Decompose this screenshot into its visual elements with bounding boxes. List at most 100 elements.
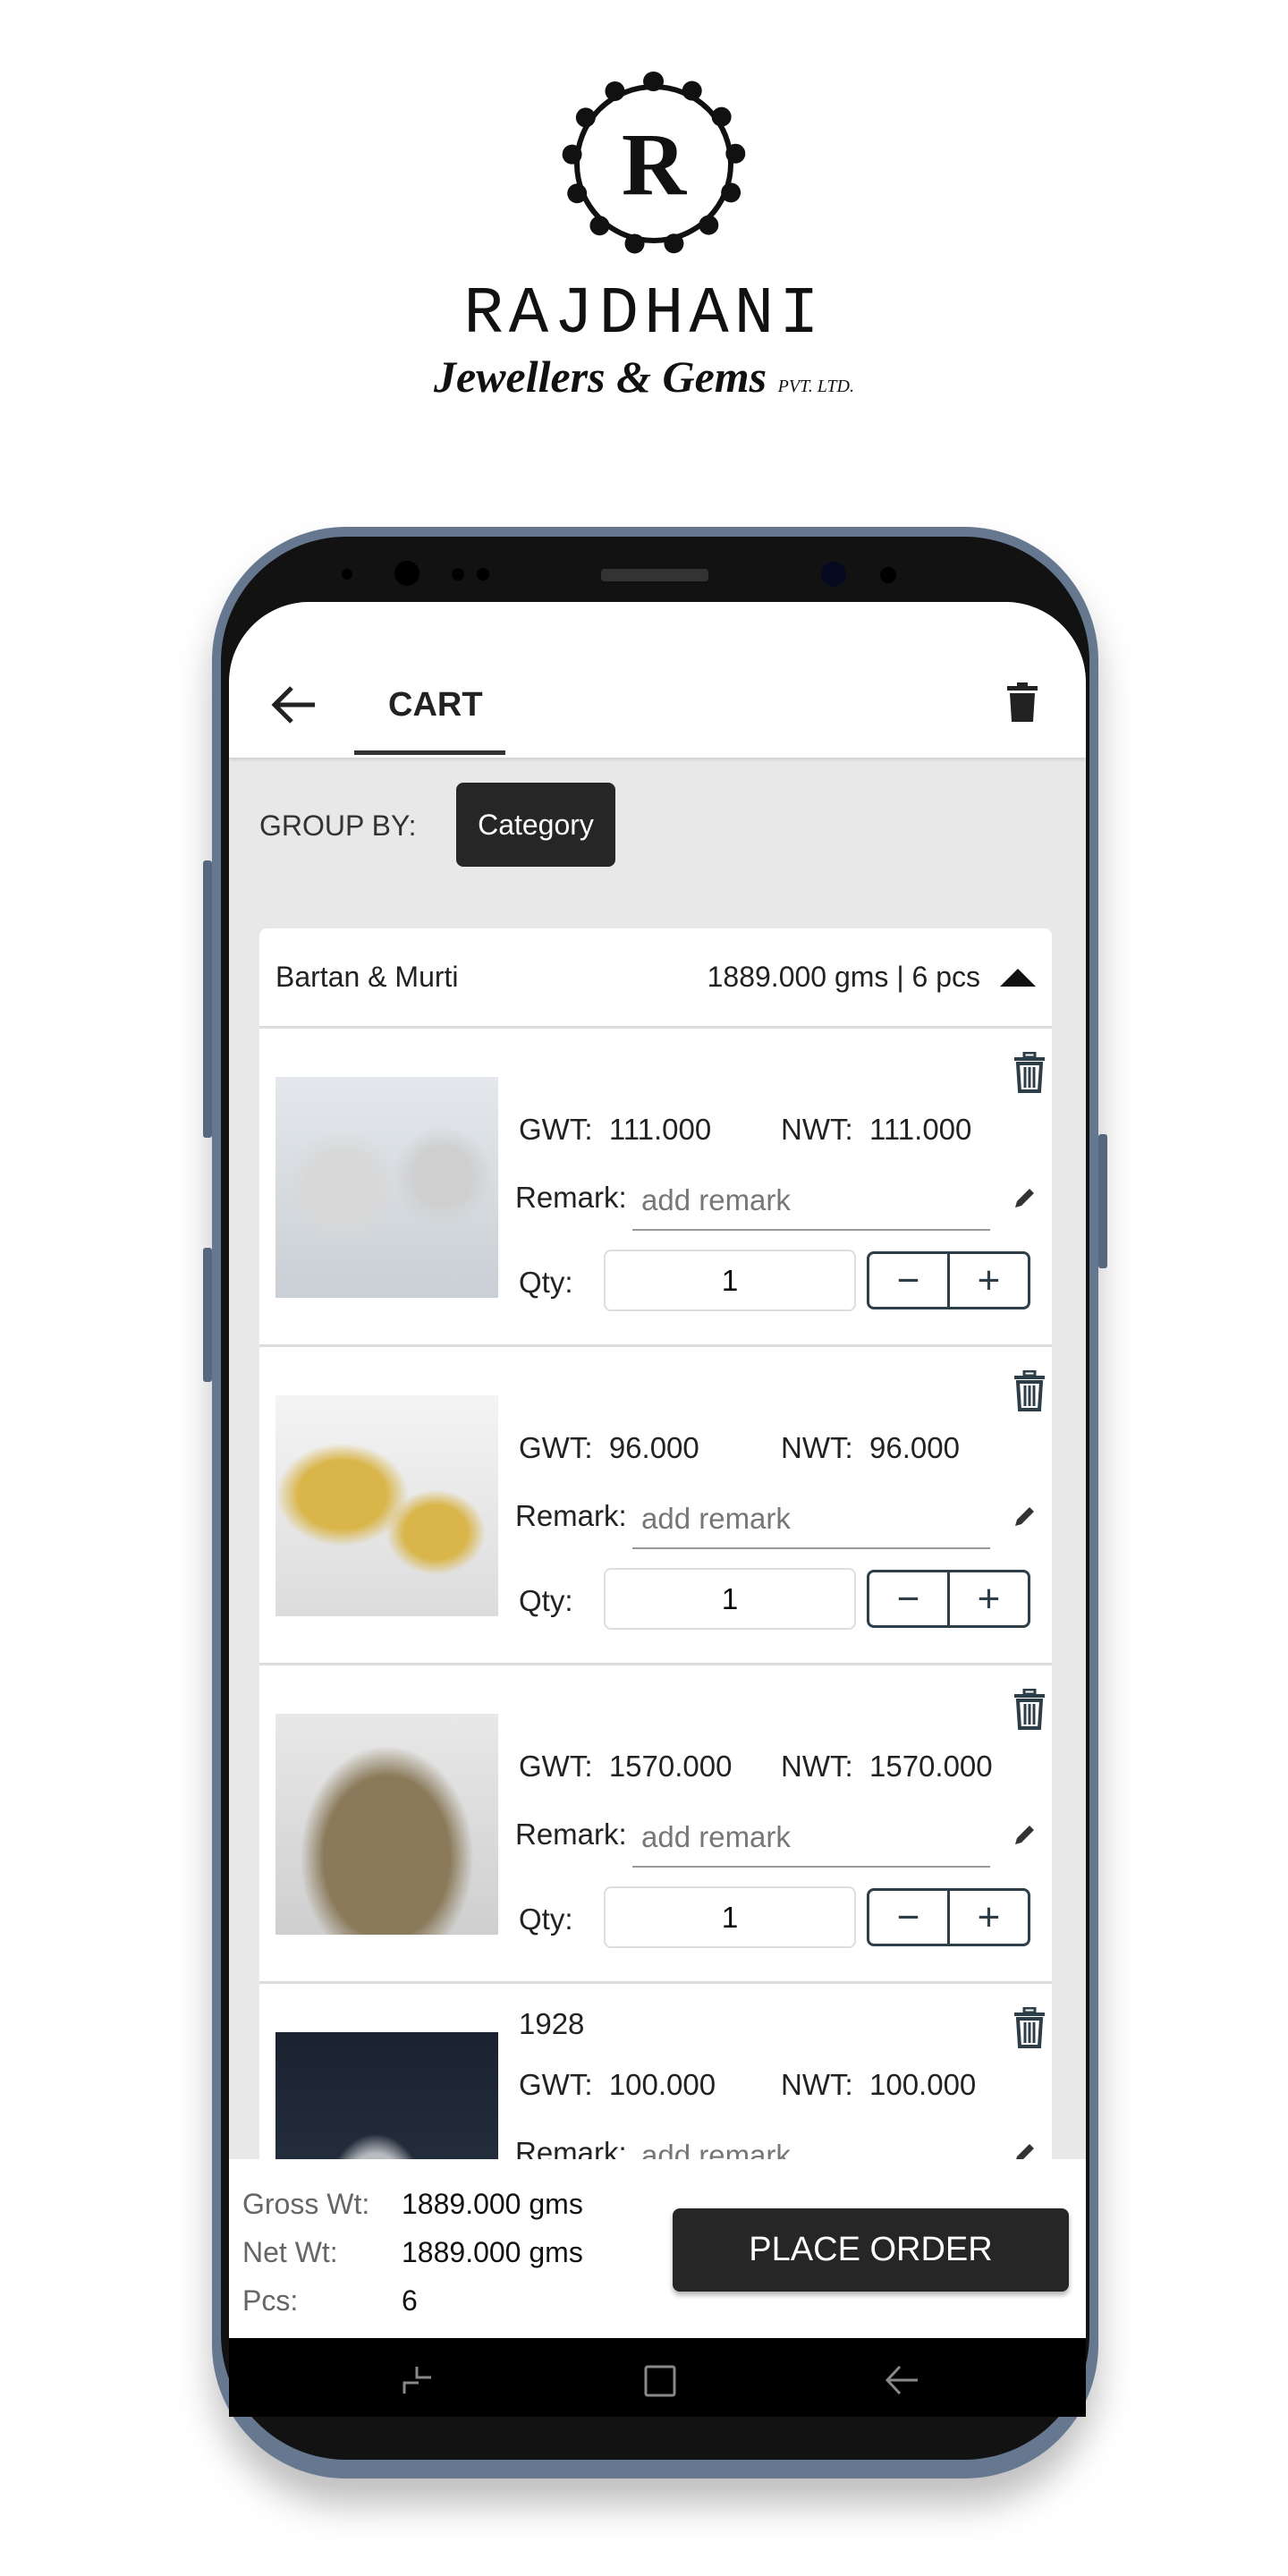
qty-label: Qty: <box>519 1584 573 1617</box>
arrow-left-icon <box>271 686 315 724</box>
gwt-label: GWT: <box>519 1113 593 1146</box>
gwt-label: GWT: <box>519 1750 593 1783</box>
quantity-stepper: − + <box>867 1570 1030 1628</box>
cart-list[interactable]: Bartan & Murti 1889.000 gms | 6 pcs GWT:… <box>259 928 1052 2159</box>
power-button <box>1098 1134 1107 1268</box>
nwt-value: 111.000 <box>869 1113 972 1146</box>
place-order-button[interactable]: PLACE ORDER <box>673 2208 1069 2292</box>
increment-button[interactable]: + <box>947 1254 1028 1307</box>
home-icon[interactable] <box>644 2365 676 2397</box>
bixby-button <box>203 1248 212 1382</box>
volume-button <box>203 860 212 1138</box>
nwt: NWT: 96.000 <box>781 1431 960 1465</box>
sensor <box>880 567 896 583</box>
nwt-label: NWT: <box>781 2068 853 2101</box>
sensor <box>477 568 489 580</box>
nwt: NWT: 100.000 <box>781 2068 976 2102</box>
collapse-triangle-icon[interactable] <box>1000 968 1036 987</box>
gwt: GWT: 111.000 <box>519 1113 711 1147</box>
gwt: GWT: 96.000 <box>519 1431 699 1465</box>
item-title: 1928 <box>519 2007 585 2040</box>
trash-icon <box>1007 682 1038 722</box>
remark-label: Remark: <box>515 1818 627 1851</box>
remark-input[interactable]: add remark <box>632 1490 990 1549</box>
increment-button[interactable]: + <box>947 1572 1028 1625</box>
pcs-value: 6 <box>402 2284 418 2317</box>
quantity-stepper: − + <box>867 1888 1030 1946</box>
order-summary: Gross Wt: 1889.000 gms Net Wt: 1889.000 … <box>229 2159 1086 2338</box>
increment-button[interactable]: + <box>947 1891 1028 1944</box>
nwt-value: 96.000 <box>869 1431 960 1464</box>
nwt-label: NWT: <box>781 1750 853 1783</box>
nwt-value: 100.000 <box>869 2068 977 2101</box>
sensor <box>452 568 464 580</box>
front-camera <box>394 561 419 586</box>
recents-icon[interactable] <box>402 2365 433 2395</box>
tagline-suffix: PVT. LTD. <box>777 377 855 396</box>
qty-input[interactable] <box>604 1568 856 1630</box>
remark-placeholder: add remark <box>641 1502 791 1535</box>
remark-input[interactable]: add remark <box>632 1809 990 1868</box>
group-by-category-button[interactable]: Category <box>456 783 615 867</box>
pencil-icon[interactable] <box>1013 1504 1037 1528</box>
remark-input[interactable]: add remark <box>632 2127 990 2159</box>
nwt-label: NWT: <box>781 1431 853 1464</box>
gwt-label: GWT: <box>519 2068 593 2101</box>
top-bar: CART <box>229 602 1086 758</box>
group-summary: 1889.000 gms | 6 pcs <box>707 961 980 993</box>
qty-input[interactable] <box>604 1886 856 1948</box>
decrement-button[interactable]: − <box>869 1891 947 1944</box>
trash-icon[interactable] <box>1013 1689 1046 1730</box>
qty-label: Qty: <box>519 1902 573 1936</box>
brand-tagline: Jewellers & Gems PVT. LTD. <box>376 351 912 402</box>
remark-input[interactable]: add remark <box>632 1172 990 1231</box>
remark-placeholder: add remark <box>641 1183 791 1216</box>
pcs-label: Pcs: <box>242 2284 299 2317</box>
product-image <box>275 1077 498 1298</box>
pencil-icon[interactable] <box>1013 2141 1037 2159</box>
clear-cart-button[interactable] <box>1007 682 1038 726</box>
gwt: GWT: 100.000 <box>519 2068 716 2102</box>
remark-placeholder: add remark <box>641 1820 791 1853</box>
decrement-button[interactable]: − <box>869 1254 947 1307</box>
gwt-value: 96.000 <box>608 1431 699 1464</box>
gross-wt-label: Gross Wt: <box>242 2188 370 2220</box>
sensor <box>342 569 352 580</box>
tab-indicator <box>354 750 505 755</box>
system-nav-bar <box>229 2338 1086 2417</box>
cart-item: GWT: 1570.000 NWT: 1570.000 Remark: add … <box>259 1665 1052 1984</box>
product-image <box>275 1395 498 1616</box>
pencil-icon[interactable] <box>1013 1186 1037 1209</box>
qty-label: Qty: <box>519 1266 573 1299</box>
group-header[interactable]: Bartan & Murti 1889.000 gms | 6 pcs <box>259 928 1052 1029</box>
back-button[interactable] <box>270 684 318 730</box>
decrement-button[interactable]: − <box>869 1572 947 1625</box>
back-nav-icon[interactable] <box>884 2365 919 2395</box>
trash-icon[interactable] <box>1013 1052 1046 1093</box>
page-title: CART <box>388 686 483 724</box>
trash-icon[interactable] <box>1013 1370 1046 1411</box>
brand-name: RAJDHANI <box>463 277 825 352</box>
trash-icon[interactable] <box>1013 2007 1046 2048</box>
cart-item: 1928 GWT: 100.000 NWT: 100.000 Remark: a… <box>259 1984 1052 2159</box>
group-name: Bartan & Murti <box>275 961 459 993</box>
net-wt-label: Net Wt: <box>242 2236 338 2268</box>
cart-item: GWT: 96.000 NWT: 96.000 Remark: add rema… <box>259 1347 1052 1665</box>
qty-input[interactable] <box>604 1250 856 1311</box>
gwt-value: 1570.000 <box>608 1750 733 1783</box>
remark-label: Remark: <box>515 2136 627 2159</box>
app-screen: CART GROUP BY: Category Bartan & Murti 1… <box>229 602 1086 2338</box>
group-card: Bartan & Murti 1889.000 gms | 6 pcs GWT:… <box>259 928 1052 2159</box>
net-wt-value: 1889.000 gms <box>402 2236 583 2268</box>
logo-letter: R <box>621 114 687 214</box>
iris-scanner <box>821 562 846 587</box>
gross-wt-value: 1889.000 gms <box>402 2188 583 2220</box>
nwt-value: 1570.000 <box>869 1750 993 1783</box>
nwt: NWT: 1570.000 <box>781 1750 993 1784</box>
cart-item: GWT: 111.000 NWT: 111.000 Remark: add re… <box>259 1029 1052 1347</box>
gwt-label: GWT: <box>519 1431 593 1464</box>
quantity-stepper: − + <box>867 1251 1030 1309</box>
nwt-label: NWT: <box>781 1113 853 1146</box>
nwt: NWT: 111.000 <box>781 1113 971 1147</box>
pencil-icon[interactable] <box>1013 1823 1037 1846</box>
